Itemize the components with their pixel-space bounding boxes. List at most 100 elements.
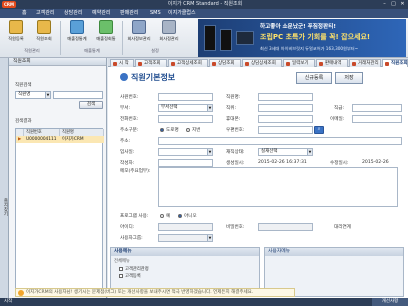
- addr-field[interactable]: [158, 137, 402, 145]
- minimize-button[interactable]: –: [380, 1, 389, 8]
- favorites-label: 즐겨찾기: [3, 198, 8, 216]
- settings-icon: [162, 20, 176, 34]
- tab-customer-detail[interactable]: 고객상세조회: [168, 59, 208, 67]
- ribbon-company-info-button[interactable]: 회사정보관리: [125, 20, 153, 46]
- ribbon-company-settings-button[interactable]: 회사정관리: [155, 20, 183, 46]
- tab-customer-search[interactable]: 고객조회: [135, 59, 167, 67]
- maximize-button[interactable]: □: [389, 1, 398, 8]
- rank-label: 직급:: [334, 106, 345, 111]
- page-title: 직원기본정보: [120, 72, 175, 83]
- building-icon: [132, 20, 146, 34]
- radio-selected-icon: [178, 214, 182, 218]
- search-type-select[interactable]: 직원명 ▼: [15, 91, 51, 99]
- column-header-emp-no[interactable]: 직원번호: [24, 129, 60, 136]
- emp-no-field[interactable]: [158, 93, 213, 101]
- program-use-yes-radio[interactable]: 예: [160, 213, 170, 219]
- tab-start[interactable]: 시 작: [110, 59, 134, 67]
- menu-reservation[interactable]: 예약관리: [92, 9, 110, 18]
- tab-vendor[interactable]: 거래처관리: [349, 59, 381, 67]
- tab-calendar[interactable]: 일력보기: [283, 59, 315, 67]
- notice-banner[interactable]: 이지가CRM의 사용자님! 생기시는 문제점(버그) 또는 개선사항을 보내주시…: [15, 288, 295, 297]
- notice-icon: [18, 290, 24, 296]
- ribbon-employee-search-button[interactable]: 직원조회: [30, 20, 58, 46]
- employee-icon: [385, 62, 389, 66]
- radio-icon: [186, 128, 190, 132]
- customer-detail-icon: [171, 62, 175, 66]
- table-row[interactable]: ▶ U0000004111 이지가CRM: [16, 136, 104, 143]
- email-field[interactable]: [352, 115, 402, 123]
- password-field[interactable]: [258, 223, 313, 231]
- vendor-icon: [352, 62, 356, 66]
- chart-bar-icon: [99, 20, 113, 34]
- result-table: 직원번호 직원명 ▶ U0000004111 이지가CRM: [15, 128, 104, 290]
- zip-search-button[interactable]: ⌕: [314, 126, 324, 134]
- tree-item[interactable]: 고객관리관정: [119, 266, 149, 272]
- password-label: 비밀번호:: [226, 225, 245, 230]
- pc-tower-image: [204, 25, 216, 51]
- checkbox-icon: [119, 274, 123, 278]
- user-add-icon: [9, 20, 23, 34]
- search-button[interactable]: 검색: [79, 101, 103, 109]
- addr-type-label: 주소구분:: [120, 128, 139, 133]
- title-bar: CRM 이지가 CRM Standard - 직원조회 – □ ✕: [0, 0, 408, 9]
- user-id-field[interactable]: [158, 223, 213, 231]
- ribbon-group-label: 직원관리: [24, 48, 40, 53]
- position-field[interactable]: [258, 104, 313, 112]
- ribbon-employee-register-button[interactable]: 직원등록: [2, 20, 30, 46]
- emp-name-label: 직원명:: [226, 95, 241, 100]
- table-indicator-column: [16, 129, 24, 136]
- tab-sales-history[interactable]: 판매내역: [316, 59, 348, 67]
- memo-textarea[interactable]: [158, 167, 398, 207]
- ribbon-sales-stats-button[interactable]: 매출정통계: [63, 20, 91, 46]
- info-icon: [120, 73, 128, 81]
- search-input[interactable]: [53, 91, 103, 99]
- tab-consult-detail[interactable]: 상담상세조회: [242, 59, 282, 67]
- dept-select[interactable]: 부서선택 ▼: [158, 104, 213, 112]
- ad-banner[interactable]: 하고좋아 소문났군! 푸짐정판티! 조립PC 초특가 기회를 꼭! 잡으세요! …: [198, 19, 406, 57]
- customer-icon: [138, 62, 142, 66]
- mobile-field[interactable]: [258, 115, 313, 123]
- employee-form-panel: 직원기본정보 신규등록 저장 사원번호: 직원명: 부서: 부서선택 ▼ 직위: …: [108, 67, 408, 298]
- column-header-emp-name[interactable]: 직원명: [60, 129, 104, 136]
- menu-consult[interactable]: 상담관리: [64, 9, 82, 18]
- created-value: 2015-02-26 16:37:31: [258, 160, 307, 165]
- menu-home[interactable]: 홈: [22, 9, 27, 18]
- panel-header: 직원조회: [9, 58, 106, 66]
- menu-bar: 홈 고객관리 상담관리 예약관리 판매관리 SMS 이지가클럽스: [0, 9, 408, 18]
- menu-club[interactable]: 이지가클럽스: [168, 9, 196, 18]
- cell-emp-no: U0000004111: [26, 137, 57, 142]
- new-register-button[interactable]: 신규등록: [296, 72, 332, 84]
- emp-no-label: 사원번호:: [120, 95, 139, 100]
- favorites-sidebar-collapsed[interactable]: 즐겨찾기: [0, 58, 9, 298]
- zip-field[interactable]: [258, 126, 313, 134]
- program-use-no-radio[interactable]: 아니오: [178, 213, 197, 219]
- user-menu-hint: 전체메뉴: [114, 259, 130, 264]
- save-button[interactable]: 저장: [335, 72, 363, 84]
- join-date-picker[interactable]: ▼: [158, 148, 213, 156]
- status-select[interactable]: 실재선택 ▼: [258, 148, 313, 156]
- status-left-label: 시작: [4, 299, 13, 304]
- menu-sales[interactable]: 판매관리: [120, 9, 138, 18]
- phone-label: 전화번호:: [120, 117, 139, 122]
- dept-label: 부서:: [120, 106, 131, 111]
- rep-person-label: 대리연계: [334, 225, 351, 230]
- search-section-label: 직원검색: [15, 83, 32, 88]
- rank-field[interactable]: [352, 104, 402, 112]
- cell-emp-name: 이지가CRM: [62, 137, 84, 142]
- tree-item[interactable]: 고객등록: [119, 273, 141, 279]
- addr-type-lot-radio[interactable]: 지번: [186, 127, 200, 133]
- tab-consult-search[interactable]: 상담조회: [209, 59, 241, 67]
- sales-icon: [319, 62, 323, 66]
- window-title: 이지가 CRM Standard - 직원조회: [167, 1, 243, 7]
- row-pointer-icon: ▶: [18, 137, 22, 142]
- user-group-select[interactable]: ▼: [158, 234, 213, 242]
- ribbon-sales-summary-button[interactable]: 매출정회통: [92, 20, 120, 46]
- tab-employee-search[interactable]: 직원조회: [382, 59, 408, 67]
- menu-customer[interactable]: 고객관리: [36, 9, 54, 18]
- menu-sms[interactable]: SMS: [150, 9, 161, 18]
- feedback-button[interactable]: 개선사항: [372, 298, 408, 306]
- addr-type-road-radio[interactable]: 도로명: [160, 127, 179, 133]
- close-button[interactable]: ✕: [398, 1, 407, 8]
- emp-name-field[interactable]: [258, 93, 313, 101]
- phone-field[interactable]: [158, 115, 213, 123]
